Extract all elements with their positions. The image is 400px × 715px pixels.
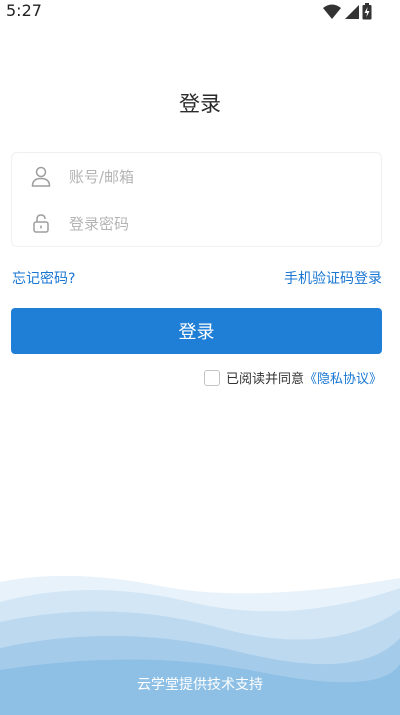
status-time: 5:27 (6, 1, 42, 20)
footer-credit: 云学堂提供技术支持 (137, 677, 263, 693)
page-title: 登录 (179, 92, 221, 116)
user-icon (30, 165, 52, 187)
lock-icon (30, 212, 52, 234)
login-button[interactable]: 登录 (11, 308, 382, 354)
agreement-checkbox[interactable] (203, 369, 220, 386)
login-form (11, 152, 382, 247)
signal-icon (344, 4, 359, 24)
agreement-text: 已阅读并同意 (225, 372, 304, 387)
wifi-icon (323, 4, 341, 24)
password-row (12, 200, 381, 247)
status-icons (323, 3, 372, 24)
password-input[interactable] (69, 210, 369, 238)
forgot-password-link[interactable]: 忘记密码? (12, 268, 75, 288)
status-bar: 5:27 (0, 0, 400, 24)
agreement-row: 已阅读并同意 《隐私协议》 (203, 368, 382, 387)
account-input[interactable] (69, 163, 369, 191)
account-row (12, 153, 381, 200)
sms-login-link[interactable]: 手机验证码登录 (284, 268, 382, 288)
privacy-policy-link[interactable]: 《隐私协议》 (304, 368, 382, 387)
battery-icon (362, 3, 372, 24)
